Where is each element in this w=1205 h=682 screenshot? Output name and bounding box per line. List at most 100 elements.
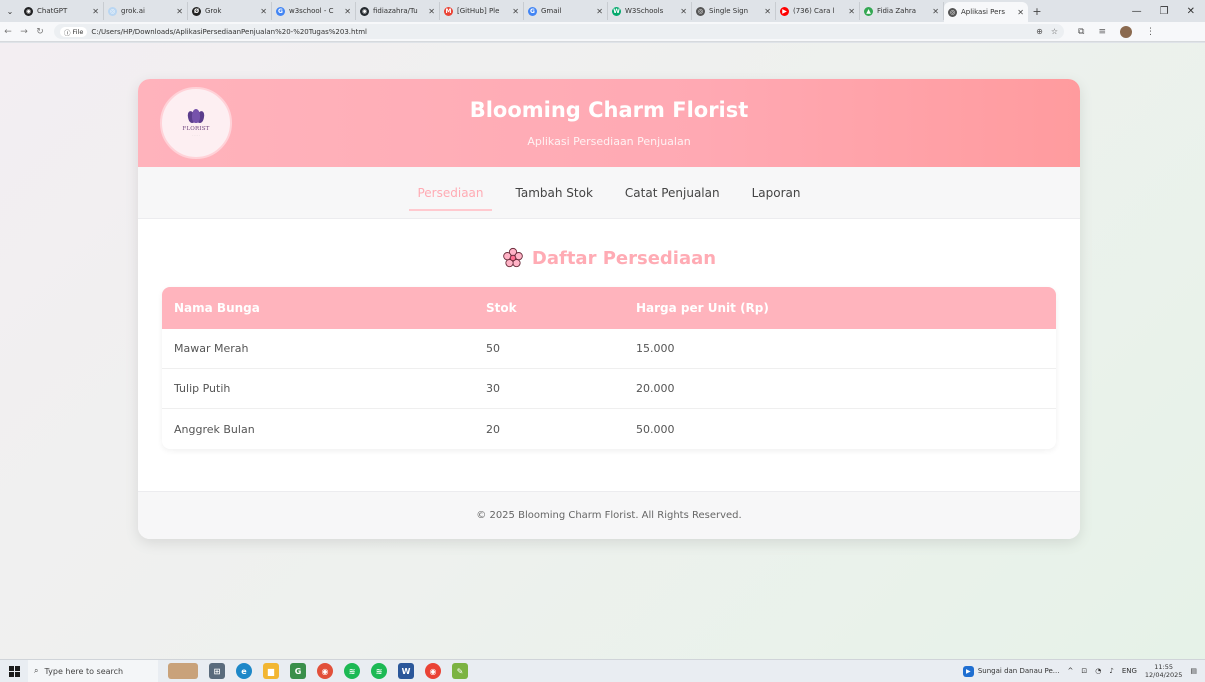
page-viewport: FLORIST · · · · · Blooming Charm Florist… [0,43,1205,659]
browser-tab[interactable]: ▶ (736) Cara l ✕ [776,2,860,20]
browser-tab[interactable]: ◎ grok.ai ✕ [104,2,188,20]
tab-close-icon[interactable]: ✕ [932,7,939,16]
browser-tab-strip: ⌄ ◉ ChatGPT ✕ ◎ grok.ai ✕ Ø Grok ✕ Gw3school - C ✕… [0,0,1205,22]
table-cell: Anggrek Bulan [174,422,255,436]
tab-favicon-icon: ◎ [696,6,705,16]
file-explorer-icon[interactable]: ▆ [263,663,279,679]
tray-chevron-icon[interactable]: ^ [1067,667,1073,675]
tab-close-icon[interactable]: ✕ [596,7,603,16]
page-title: Blooming Charm Florist [469,98,749,122]
tab-close-icon[interactable]: ✕ [344,7,351,16]
browser-tab[interactable]: ◉ fidiazahra/Tu ✕ [356,2,440,20]
tab-label: Aplikasi Pers [961,8,1005,16]
nav-item-laporan[interactable]: Laporan [744,167,809,219]
tab-favicon-icon: ▶ [780,6,789,16]
table-cell: 50 [486,342,500,355]
table-cell: 30 [486,382,500,395]
tab-favicon-icon: M [444,6,453,16]
tab-favicon-icon: G [276,6,285,16]
tab-close-icon[interactable]: ✕ [260,7,267,16]
browser-tab[interactable]: W W3Schools ✕ [608,2,692,20]
reading-list-icon[interactable]: ≡ [1098,27,1106,37]
gh-icon[interactable]: G [290,663,306,679]
tab-close-icon[interactable]: ✕ [1017,8,1024,17]
minimize-icon[interactable]: — [1132,6,1142,17]
header-stok: Stok [486,301,517,315]
table-cell: 50.000 [636,422,675,436]
restore-icon[interactable]: ❐ [1160,6,1169,17]
system-tray: ▶ Sungai dan Danau Pe... ^ ⊡ ◔ ♪ ENG 11:… [962,663,1205,679]
reload-icon[interactable]: ↻ [32,27,48,37]
news-icon: ▶ [962,665,974,677]
page-subtitle: Aplikasi Persediaan Penjualan [527,135,691,148]
tab-label: (736) Cara l [793,7,835,15]
tab-label: Single Sign [709,7,749,15]
volume-icon[interactable]: ♪ [1109,667,1113,675]
nav-item-persediaan[interactable]: Persediaan [409,167,492,219]
nav-item-catat-penjualan[interactable]: Catat Penjualan [617,167,728,219]
profile-avatar[interactable] [1119,25,1132,38]
tab-search-chevron-icon[interactable]: ⌄ [0,0,20,22]
news-widget[interactable]: ▶ Sungai dan Danau Pe... [962,665,1059,677]
taskbar-search[interactable]: ⌕ Type here to search [28,659,158,682]
table-row: Anggrek Bulan 20 50.000 [162,409,1056,449]
inventory-table: Nama Bunga Stok Harga per Unit (Rp) Mawa… [162,287,1056,449]
widgets-icon[interactable] [168,663,198,679]
language-indicator[interactable]: ENG [1122,667,1137,675]
tab-close-icon[interactable]: ✕ [428,7,435,16]
browser-tab[interactable]: ◎ Single Sign ✕ [692,2,776,20]
chrome-icon[interactable]: ◉ [317,663,333,679]
tab-close-icon[interactable]: ✕ [680,7,687,16]
notification-center-icon[interactable]: ▤ [1190,667,1197,675]
nav-item-tambah-stok[interactable]: Tambah Stok [508,167,601,219]
forward-icon[interactable]: → [16,27,32,37]
site-info-chip[interactable]: ⓘ File [60,26,88,37]
browser-tab[interactable]: Ø Grok ✕ [188,2,272,20]
tab-favicon-icon: ◎ [948,7,957,17]
tab-favicon-icon: ◉ [24,6,33,16]
tab-favicon-icon: ▲ [864,6,873,16]
tab-close-icon[interactable]: ✕ [764,7,771,16]
bookmark-star-icon[interactable]: ☆ [1051,27,1058,36]
tab-close-icon[interactable]: ✕ [512,7,519,16]
task-view-icon[interactable]: ⊞ [209,663,225,679]
tab-label: [GitHub] Ple [457,7,500,15]
tab-close-icon[interactable]: ✕ [176,7,183,16]
browser-tab[interactable]: ◉ ChatGPT ✕ [20,2,104,20]
table-cell: 20.000 [636,382,675,395]
wifi-icon[interactable]: ◔ [1095,667,1101,675]
windows-start-icon[interactable] [0,665,28,677]
browser-tab[interactable]: ◎ Aplikasi Pers ✕ [944,2,1028,22]
header-nama-bunga: Nama Bunga [174,301,260,315]
extensions-icon[interactable]: ⧉ [1078,27,1084,37]
table-row: Mawar Merah 50 15.000 [162,329,1056,369]
url-field[interactable]: ⓘ File C:/Users/HP/Downloads/AplikasiPers… [54,24,1064,39]
edge-icon[interactable]: e [236,663,252,679]
word-icon[interactable]: W [398,663,414,679]
clock[interactable]: 11:55 12/04/2025 [1145,663,1182,679]
back-icon[interactable]: ← [0,27,16,37]
browser-tab[interactable]: ▲ Fidia Zahra ✕ [860,2,944,20]
spotify-alt-icon[interactable]: ≋ [371,663,387,679]
new-tab-button[interactable]: + [1028,5,1046,18]
tray-app-icon[interactable]: ⊡ [1081,667,1087,675]
app-header: FLORIST · · · · · Blooming Charm Florist… [138,79,1080,167]
chrome-alt-icon[interactable]: ◉ [425,663,441,679]
spotify-icon[interactable]: ≋ [344,663,360,679]
tab-label: Grok [205,7,222,15]
table-cell: Tulip Putih [174,382,231,395]
search-icon: ⌕ [34,666,39,675]
table-header: Nama Bunga Stok Harga per Unit (Rp) [162,287,1056,329]
menu-kebab-icon[interactable]: ⋮ [1146,27,1155,37]
tab-favicon-icon: Ø [192,6,201,16]
zoom-icon[interactable]: ⊕ [1036,27,1043,36]
table-row: Tulip Putih 30 20.000 [162,369,1056,409]
tab-close-icon[interactable]: ✕ [92,7,99,16]
tab-label: Fidia Zahra [877,7,917,15]
close-window-icon[interactable]: ✕ [1187,6,1195,17]
tab-close-icon[interactable]: ✕ [848,7,855,16]
browser-tab[interactable]: G Gmail ✕ [524,2,608,20]
browser-tab[interactable]: Gw3school - C ✕ [272,2,356,20]
notepad-icon[interactable]: ✎ [452,663,468,679]
browser-tab[interactable]: M [GitHub] Ple ✕ [440,2,524,20]
